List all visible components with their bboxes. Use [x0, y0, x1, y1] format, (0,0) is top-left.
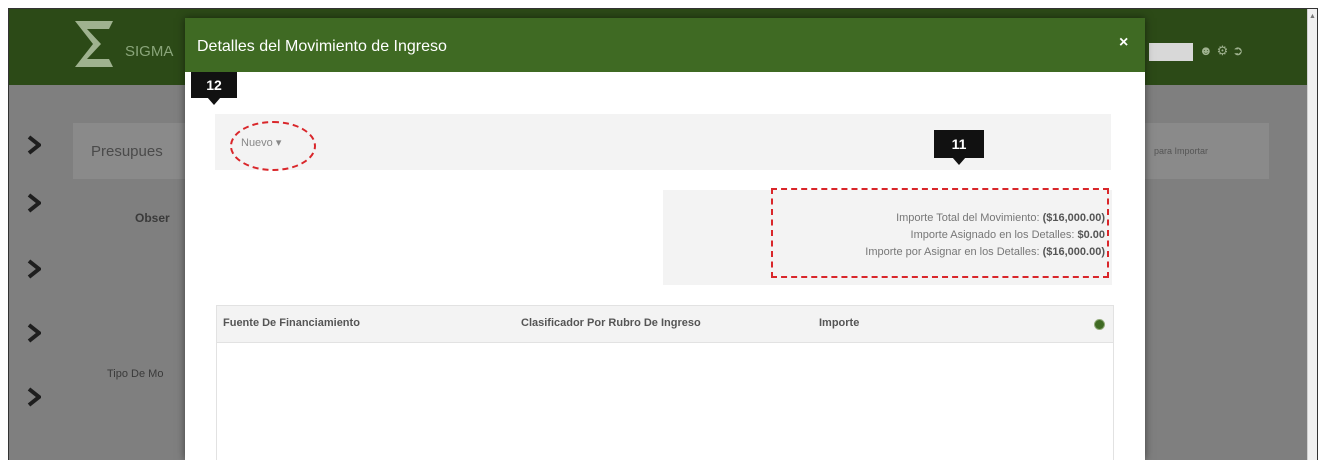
column-header-clasificador[interactable]: Clasificador Por Rubro De Ingreso	[521, 317, 701, 329]
importe-total-label: Importe Total del Movimiento:	[896, 212, 1040, 224]
close-icon[interactable]: ×	[1119, 34, 1128, 52]
chevron-right-icon[interactable]	[27, 135, 41, 155]
user-gear-exit-icon[interactable]: ☻⚙➲	[1199, 43, 1247, 59]
importe-por-asignar-line: Importe por Asignar en los Detalles: ($1…	[865, 246, 1105, 258]
column-header-importe[interactable]: Importe	[819, 317, 859, 329]
detalles-table: Fuente De Financiamiento Clasificador Po…	[216, 305, 1114, 460]
importe-total-value: ($16,000.00)	[1042, 212, 1105, 224]
nuevo-highlight	[230, 121, 316, 171]
browser-frame: SIGMA ☻⚙➲ Presupues para Importar Obser …	[8, 8, 1318, 460]
importe-por-asignar-value: ($16,000.00)	[1042, 246, 1105, 258]
chevron-right-icon[interactable]	[27, 259, 41, 279]
table-header: Fuente De Financiamiento Clasificador Po…	[217, 306, 1113, 343]
chevron-right-icon[interactable]	[27, 323, 41, 343]
importe-asignado-label: Importe Asignado en los Detalles:	[910, 229, 1075, 241]
add-row-icon[interactable]	[1094, 319, 1105, 330]
user-menu[interactable]	[1149, 43, 1193, 61]
modal-header: Detalles del Movimiento de Ingreso ×	[185, 18, 1145, 72]
background-field-tipo: Tipo De Mo	[107, 368, 164, 380]
column-header-fuente[interactable]: Fuente De Financiamiento	[223, 317, 360, 329]
page-scrollbar[interactable]	[1307, 9, 1317, 460]
background-panel-right-text: para Importar	[1154, 146, 1209, 156]
chevron-right-icon[interactable]	[27, 387, 41, 407]
importe-asignado-value: $0.00	[1077, 229, 1105, 241]
importe-total-line: Importe Total del Movimiento: ($16,000.0…	[896, 212, 1105, 224]
detalles-modal: Detalles del Movimiento de Ingreso × Nue…	[185, 18, 1145, 460]
importe-por-asignar-label: Importe por Asignar en los Detalles:	[865, 246, 1040, 258]
modal-title: Detalles del Movimiento de Ingreso	[197, 38, 447, 55]
chevron-right-icon[interactable]	[27, 193, 41, 213]
sigma-logo-icon	[75, 21, 113, 67]
background-panel-label: Presupues	[91, 143, 163, 160]
callout-11: 11	[934, 130, 984, 165]
background-field-obs: Obser	[135, 211, 170, 225]
callout-12: 12	[191, 72, 237, 105]
app-brand: SIGMA	[125, 43, 174, 60]
scroll-up-arrow-icon[interactable]: ▲	[1309, 13, 1316, 20]
importe-asignado-line: Importe Asignado en los Detalles: $0.00	[911, 229, 1105, 241]
